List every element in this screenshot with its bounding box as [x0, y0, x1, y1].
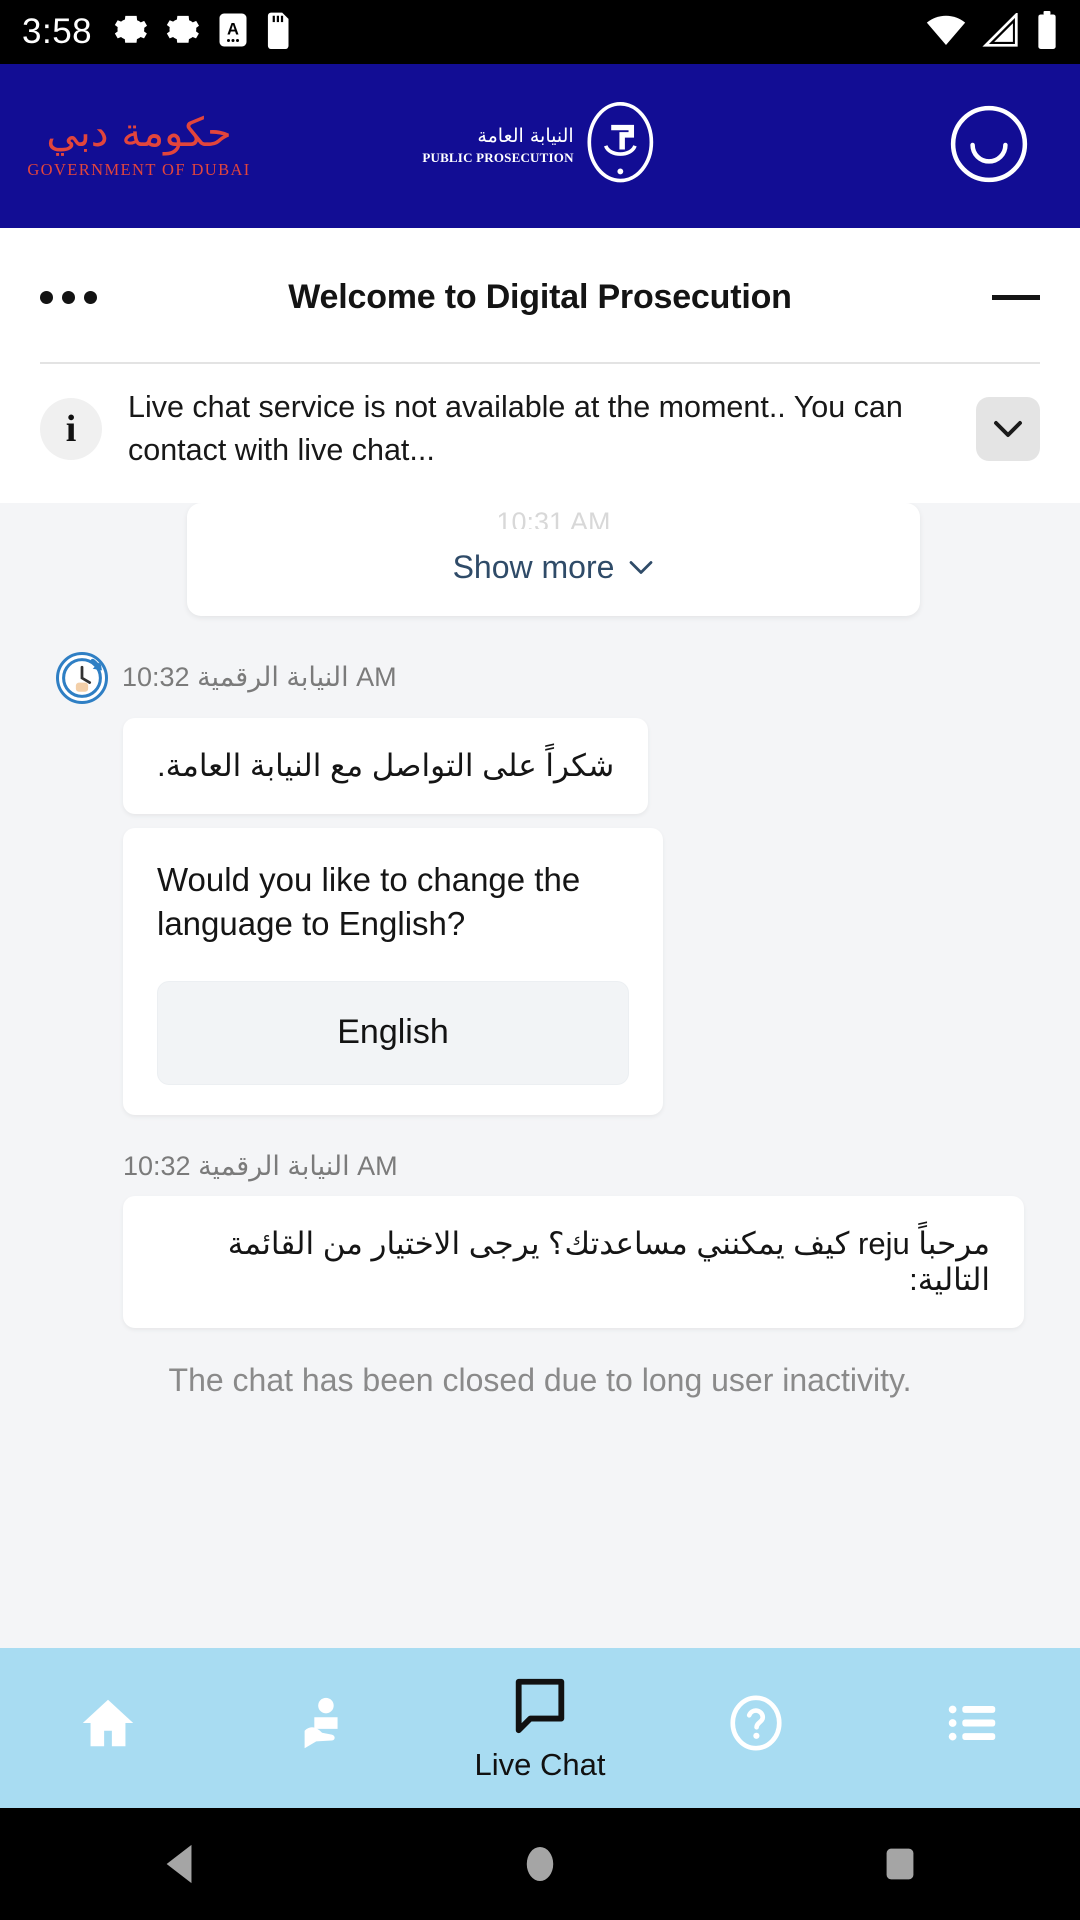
services-hand-icon	[293, 1692, 355, 1759]
status-bar-system-icons	[926, 10, 1058, 54]
minimize-bar	[992, 294, 1040, 300]
message-group: النيابة الرقمية 10:32 AM شكراً على التوا…	[0, 616, 1080, 814]
nav-item-menu[interactable]	[864, 1648, 1080, 1808]
battery-icon	[1036, 10, 1058, 54]
more-options-icon[interactable]	[40, 290, 112, 304]
pp-logo-arabic-text: النيابة العامة	[477, 125, 574, 148]
nav-item-home[interactable]	[0, 1648, 216, 1808]
help-question-icon	[725, 1692, 787, 1759]
clock-history-icon	[56, 651, 108, 704]
chat-header-row: Welcome to Digital Prosecution	[40, 258, 1040, 336]
info-banner: i Live chat service is not available at …	[0, 364, 1080, 503]
nav-item-live-chat[interactable]: Live Chat	[432, 1648, 648, 1808]
dubai-logo-arabic-text: حكومة دبي	[46, 109, 232, 156]
phone-screen: 3:58 A حكومة دبي GOVERNMENT OF DUBAI الن…	[0, 0, 1080, 1920]
message-bubble: شكراً على التواصل مع النيابة العامة.	[123, 717, 649, 814]
pp-logo-latin-text: PUBLIC PROSECUTION	[422, 149, 574, 165]
dot	[62, 290, 75, 304]
dot	[84, 290, 97, 304]
chat-widget-header: Welcome to Digital Prosecution	[0, 228, 1080, 364]
show-more-label: Show more	[452, 548, 615, 585]
info-icon: i	[40, 398, 102, 461]
nav-label-live-chat: Live Chat	[474, 1746, 606, 1782]
message-meta: النيابة الرقمية 10:32 AM	[28, 1115, 1052, 1196]
list-menu-icon	[941, 1692, 1003, 1759]
gear-icon	[166, 13, 200, 52]
message-meta: النيابة الرقمية 10:32 AM	[28, 616, 1052, 718]
brand-header: حكومة دبي GOVERNMENT OF DUBAI النيابة ال…	[0, 64, 1080, 228]
chat-bubble-icon	[509, 1674, 571, 1741]
nav-item-services[interactable]	[216, 1648, 432, 1808]
message-bubble: Would you like to change the language to…	[123, 827, 663, 1115]
status-bar-clock: 3:58	[22, 12, 93, 51]
page-title: Welcome to Digital Prosecution	[288, 277, 792, 316]
nav-item-help[interactable]	[648, 1648, 864, 1808]
dubai-logo-latin-text: GOVERNMENT OF DUBAI	[27, 159, 251, 179]
language-prompt-text: Would you like to change the language to…	[157, 860, 581, 943]
message-sender-time: النيابة الرقمية 10:32 AM	[123, 1150, 398, 1181]
dot	[40, 290, 53, 304]
chevron-down-icon[interactable]	[976, 397, 1040, 462]
info-banner-text: Live chat service is not available at th…	[128, 390, 903, 468]
avatar[interactable]	[948, 103, 1030, 190]
public-prosecution-logo: النيابة العامة PUBLIC PROSECUTION	[422, 101, 658, 191]
letter-a-badge-icon: A	[218, 12, 248, 53]
bottom-navigation: Live Chat	[0, 1648, 1080, 1808]
collapsed-message-card[interactable]: 10:31 AM Show more	[187, 502, 920, 616]
message-group: النيابة الرقمية 10:32 AM مرحباً reju كيف…	[0, 1115, 1080, 1328]
message-group: Would you like to change the language to…	[0, 814, 1080, 1115]
english-language-button[interactable]: English	[157, 980, 629, 1085]
chat-transcript[interactable]: 10:31 AM Show more النيابة الرقمية 10:32…	[0, 502, 1080, 1648]
recents-square-icon[interactable]	[840, 1841, 960, 1887]
android-system-nav	[0, 1808, 1080, 1920]
svg-text:A: A	[227, 20, 239, 38]
home-icon	[77, 1692, 139, 1759]
wifi-icon	[926, 13, 966, 52]
message-sender-time: النيابة الرقمية 10:32 AM	[122, 662, 397, 693]
public-prosecution-logo-text: النيابة العامة PUBLIC PROSECUTION	[422, 126, 573, 166]
pp-emblem-icon	[584, 101, 658, 191]
cellular-signal-icon	[982, 10, 1020, 52]
chevron-down-icon	[630, 560, 653, 574]
minimize-icon[interactable]	[968, 294, 1040, 300]
back-triangle-icon[interactable]	[120, 1841, 240, 1887]
sd-card-icon	[266, 11, 292, 54]
status-bar-notification-icons: A	[114, 11, 292, 54]
show-more-button[interactable]: Show more	[187, 529, 920, 586]
gear-icon	[114, 13, 148, 52]
home-circle-icon[interactable]	[480, 1841, 600, 1887]
message-bubble: مرحباً reju كيف يمكنني مساعدتك؟ يرجى الا…	[123, 1195, 1024, 1328]
clipped-timestamp-ghost: 10:31 AM	[496, 506, 611, 529]
status-bar: 3:58 A	[0, 0, 1080, 64]
government-of-dubai-logo: حكومة دبي GOVERNMENT OF DUBAI	[27, 109, 249, 180]
chat-closed-note: The chat has been closed due to long use…	[168, 1361, 912, 1398]
